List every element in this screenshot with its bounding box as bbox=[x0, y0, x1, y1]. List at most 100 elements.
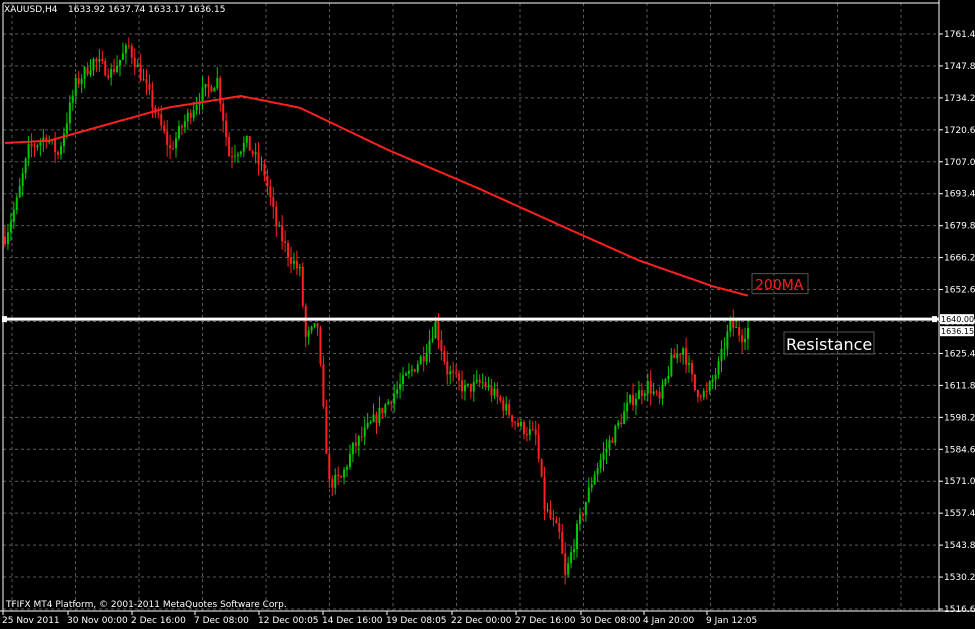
resistance-price-label: 1640.00 bbox=[941, 315, 974, 324]
y-tick-label: 1557.40 bbox=[944, 509, 975, 519]
candle-body bbox=[225, 120, 228, 138]
candle-body bbox=[116, 65, 119, 72]
candle-body bbox=[89, 70, 92, 75]
candle-body bbox=[166, 131, 169, 146]
candle-body bbox=[12, 209, 15, 222]
candle-body bbox=[113, 69, 116, 72]
candle-body bbox=[720, 348, 723, 362]
candle-body bbox=[172, 148, 175, 150]
candle-body bbox=[531, 429, 534, 431]
candle-body bbox=[95, 58, 98, 62]
candle-body bbox=[328, 453, 331, 480]
candle-body bbox=[655, 391, 658, 393]
candle-body bbox=[151, 90, 154, 108]
candle-body bbox=[139, 64, 142, 81]
candle-body bbox=[242, 142, 245, 152]
resistance-label: Resistance bbox=[786, 335, 872, 354]
candle-body bbox=[738, 327, 741, 336]
candle-body bbox=[478, 379, 481, 383]
candle-body bbox=[222, 103, 225, 121]
y-tick-label: 1734.20 bbox=[944, 94, 975, 104]
candle-body bbox=[573, 549, 576, 553]
candle-body bbox=[399, 384, 402, 390]
candle-body bbox=[602, 452, 605, 461]
x-tick-label: 27 Dec 16:00 bbox=[515, 616, 576, 626]
candle-body bbox=[295, 260, 298, 269]
candle-body bbox=[233, 155, 236, 157]
current-price-label: 1636.15 bbox=[941, 327, 974, 336]
candle-body bbox=[186, 112, 189, 122]
ma-label: 200MA bbox=[755, 278, 804, 294]
candle-body bbox=[558, 523, 561, 532]
candle-body bbox=[540, 458, 543, 477]
candle-body bbox=[404, 373, 407, 376]
candle-body bbox=[690, 362, 693, 375]
candle-body bbox=[416, 364, 419, 372]
candle-body bbox=[322, 364, 325, 407]
candle-body bbox=[269, 186, 272, 198]
candle-body bbox=[708, 382, 711, 392]
candle-body bbox=[228, 137, 231, 157]
candle-body bbox=[452, 371, 455, 373]
x-tick-label: 2 Dec 16:00 bbox=[131, 616, 186, 626]
candle-body bbox=[183, 121, 186, 128]
candle-body bbox=[667, 375, 670, 380]
copyright-text: TFIFX MT4 Platform, © 2001-2011 MetaQuot… bbox=[5, 600, 287, 610]
y-tick-label: 1530.20 bbox=[944, 573, 975, 583]
x-tick-label: 22 Dec 00:00 bbox=[451, 616, 512, 626]
candle-body bbox=[68, 102, 71, 124]
candle-body bbox=[86, 67, 89, 75]
candle-body bbox=[522, 422, 525, 435]
candle-body bbox=[561, 531, 564, 554]
candle-body bbox=[502, 400, 505, 411]
candle-body bbox=[239, 151, 242, 155]
price-chart[interactable]: 200MA Resistance 1761.40 1747.80 1734.20 17… bbox=[0, 0, 975, 629]
candle-body bbox=[593, 474, 596, 485]
candle-body bbox=[378, 407, 381, 423]
candle-body bbox=[266, 175, 269, 187]
candle-body bbox=[475, 379, 478, 382]
candle-body bbox=[599, 460, 602, 468]
candle-body bbox=[60, 146, 63, 155]
candle-body bbox=[74, 78, 77, 96]
candle-body bbox=[487, 385, 490, 388]
candle-body bbox=[175, 138, 178, 149]
candle-body bbox=[670, 354, 673, 376]
candle-body bbox=[472, 381, 475, 392]
candle-body bbox=[260, 164, 263, 166]
candle-body bbox=[596, 467, 599, 475]
candle-body bbox=[369, 421, 372, 424]
candle-body bbox=[552, 517, 555, 520]
candle-body bbox=[366, 423, 369, 428]
candle-body bbox=[201, 87, 204, 102]
candle-body bbox=[118, 59, 121, 66]
candle-body bbox=[393, 393, 396, 404]
y-tick-label: 1747.80 bbox=[944, 62, 975, 72]
candle-body bbox=[145, 79, 148, 84]
candle-body bbox=[343, 469, 346, 478]
candle-body bbox=[402, 375, 405, 385]
candle-body bbox=[747, 327, 749, 339]
candle-body bbox=[39, 141, 42, 146]
y-tick-label: 1598.20 bbox=[944, 413, 975, 423]
candle-body bbox=[629, 394, 632, 403]
candle-body bbox=[726, 331, 729, 349]
candle-body bbox=[257, 152, 260, 165]
candle-body bbox=[661, 384, 664, 399]
candle-body bbox=[443, 350, 446, 362]
candle-body bbox=[702, 390, 705, 398]
candle-body bbox=[272, 197, 275, 207]
candle-body bbox=[169, 145, 172, 149]
candle-body bbox=[65, 123, 68, 134]
candle-body bbox=[714, 374, 717, 380]
candle-body bbox=[245, 136, 248, 143]
candle-body bbox=[608, 440, 611, 449]
candle-body bbox=[543, 476, 546, 510]
candle-body bbox=[723, 348, 726, 350]
y-tick-label: 1693.40 bbox=[944, 190, 975, 200]
candle-body bbox=[481, 382, 484, 384]
candle-body bbox=[130, 45, 133, 58]
y-tick-label: 1516.60 bbox=[944, 605, 975, 615]
candle-body bbox=[446, 361, 449, 375]
candle-body bbox=[157, 113, 160, 115]
